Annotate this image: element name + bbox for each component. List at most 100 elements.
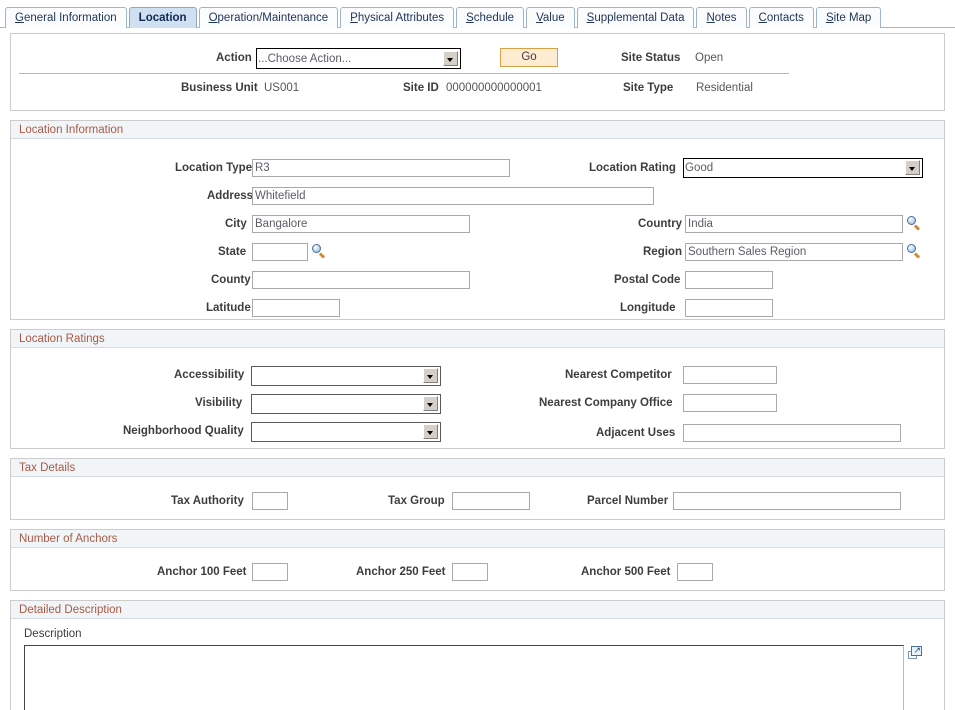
anchor-500-input[interactable]: [677, 563, 713, 581]
magnifier-handle: [319, 252, 326, 259]
expand-fullscreen-icon[interactable]: ↗: [908, 646, 922, 659]
action-select[interactable]: ...Choose Action...: [256, 48, 461, 69]
accessibility-select[interactable]: [251, 366, 441, 386]
tax-details-body: Tax Authority Tax Group Parcel Number: [11, 477, 944, 519]
nearest-competitor-label: Nearest Competitor: [565, 369, 672, 381]
page-panel: Action ...Choose Action... Go Site Statu…: [10, 33, 945, 710]
site-id-label: Site ID: [403, 82, 439, 94]
visibility-select-wrap: [251, 394, 441, 414]
postal-code-input[interactable]: [685, 271, 773, 289]
postal-code-label: Postal Code: [614, 274, 681, 286]
tab-general-information[interactable]: General Information: [5, 7, 127, 28]
go-button[interactable]: Go: [500, 48, 558, 67]
state-input[interactable]: [252, 243, 308, 261]
country-input[interactable]: [685, 215, 903, 233]
tab-accel-letter: V: [536, 12, 543, 24]
region-label: Region: [643, 246, 682, 258]
country-label: Country: [638, 218, 683, 230]
state-label: State: [218, 246, 247, 258]
tab-label: upplemental Data: [594, 12, 685, 24]
region-lookup-icon[interactable]: [907, 244, 922, 259]
location-ratings-header: Location Ratings: [11, 330, 944, 348]
number-of-anchors-body: Anchor 100 Feet Anchor 250 Feet Anchor 5…: [11, 548, 944, 590]
tab-contacts[interactable]: Contacts: [748, 7, 814, 28]
location-information-body: Location Type Address City State County …: [11, 139, 944, 319]
tab-label: otes: [714, 12, 737, 24]
city-label: City: [225, 218, 247, 230]
magnifier-lens: [312, 244, 321, 253]
parcel-number-label: Parcel Number: [587, 495, 669, 507]
tab-accel-letter: C: [758, 12, 767, 24]
county-input[interactable]: [252, 271, 470, 289]
site-type-value: Residential: [696, 82, 753, 94]
tab-label: ocation: [145, 12, 187, 24]
tab-label: ontacts: [766, 12, 804, 24]
nearest-company-office-input[interactable]: [683, 394, 777, 412]
location-rating-select-wrap: Good: [683, 158, 923, 178]
tab-label: ite Map: [833, 12, 872, 24]
number-of-anchors-group: Number of Anchors Anchor 100 Feet Anchor…: [10, 529, 945, 591]
visibility-label: Visibility: [195, 397, 243, 409]
tab-supplemental-data[interactable]: Supplemental Data: [576, 7, 695, 28]
anchor-500-label: Anchor 500 Feet: [581, 566, 671, 578]
anchor-250-label: Anchor 250 Feet: [356, 566, 446, 578]
nearest-competitor-input[interactable]: [683, 366, 777, 384]
tax-group-input[interactable]: [452, 492, 530, 510]
site-status-label: Site Status: [621, 52, 681, 64]
location-information-group: Location Information Location Type Addre…: [10, 120, 945, 320]
region-input[interactable]: [685, 243, 903, 261]
tab-location[interactable]: Location: [128, 7, 197, 28]
magnifier-lens: [907, 216, 916, 225]
tab-label: chedule: [473, 12, 515, 24]
tab-physical-attributes[interactable]: Physical Attributes: [340, 7, 455, 28]
tax-authority-label: Tax Authority: [171, 495, 244, 507]
tab-operation-maintenance[interactable]: Operation/Maintenance: [198, 7, 339, 28]
neighborhood-quality-label: Neighborhood Quality: [123, 425, 244, 437]
tab-label: peration/Maintenance: [217, 12, 329, 24]
adjacent-uses-input[interactable]: [683, 424, 901, 442]
tab-accel-letter: O: [208, 12, 218, 24]
tax-details-group: Tax Details Tax Authority Tax Group Parc…: [10, 458, 945, 520]
longitude-label: Longitude: [620, 302, 676, 314]
tab-bar: General Information Location Operation/M…: [0, 0, 955, 28]
location-ratings-group: Location Ratings Accessibility Visibilit…: [10, 329, 945, 449]
site-header-box: Action ...Choose Action... Go Site Statu…: [10, 33, 945, 111]
tab-site-map[interactable]: Site Map: [815, 7, 882, 28]
tab-label: alue: [542, 12, 565, 24]
longitude-input[interactable]: [685, 299, 773, 317]
adjacent-uses-label: Adjacent Uses: [596, 427, 676, 439]
address-input[interactable]: [252, 187, 654, 205]
location-information-header: Location Information: [11, 121, 944, 139]
site-status-value: Open: [695, 52, 724, 64]
neighborhood-quality-select-wrap: [251, 422, 441, 442]
action-label: Action: [216, 52, 252, 64]
business-unit-value: US001: [264, 82, 300, 94]
anchor-250-input[interactable]: [452, 563, 488, 581]
tab-schedule[interactable]: Schedule: [456, 7, 525, 28]
description-textarea[interactable]: [24, 645, 904, 710]
accessibility-label: Accessibility: [174, 369, 245, 381]
latitude-label: Latitude: [206, 302, 251, 314]
tax-group-label: Tax Group: [388, 495, 445, 507]
neighborhood-quality-select[interactable]: [251, 422, 441, 442]
tab-value[interactable]: Value: [526, 7, 575, 28]
city-input[interactable]: [252, 215, 470, 233]
description-label: Description: [24, 628, 82, 640]
anchor-100-label: Anchor 100 Feet: [157, 566, 247, 578]
parcel-number-input[interactable]: [673, 492, 901, 510]
location-ratings-body: Accessibility Visibility Neighborhood Qu…: [11, 348, 944, 448]
location-type-input[interactable]: [252, 159, 510, 177]
tab-notes[interactable]: Notes: [696, 7, 747, 28]
site-type-label: Site Type: [623, 82, 674, 94]
latitude-input[interactable]: [252, 299, 340, 317]
tax-authority-input[interactable]: [252, 492, 288, 510]
detailed-description-body: Description ↗: [11, 619, 944, 710]
tab-accel-letter: P: [350, 12, 358, 24]
visibility-select[interactable]: [251, 394, 441, 414]
anchor-100-input[interactable]: [252, 563, 288, 581]
detailed-description-group: Detailed Description Description ↗: [10, 600, 945, 710]
location-rating-select[interactable]: Good: [683, 158, 923, 178]
state-lookup-icon[interactable]: [312, 244, 327, 259]
country-lookup-icon[interactable]: [907, 216, 922, 231]
detailed-description-header: Detailed Description: [11, 601, 944, 619]
